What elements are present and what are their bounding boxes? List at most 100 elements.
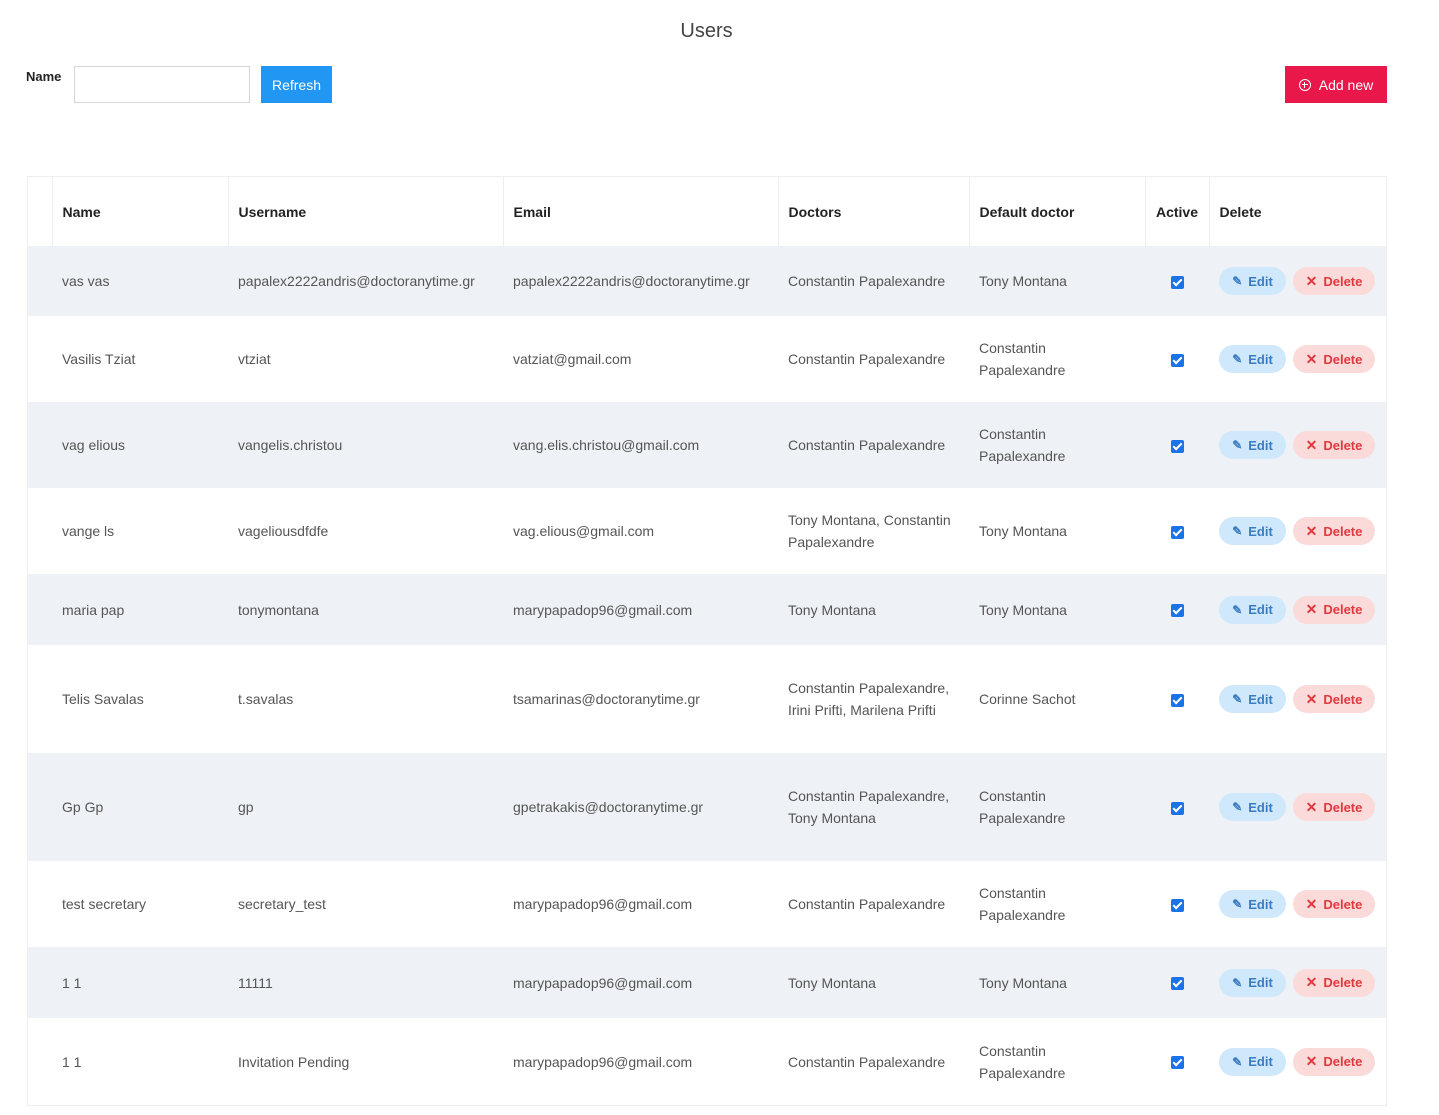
delete-button[interactable]: ✕ Delete [1293, 890, 1375, 918]
edit-label: Edit [1248, 437, 1273, 453]
row-spacer [28, 753, 52, 861]
x-icon: ✕ [1305, 272, 1318, 289]
refresh-button[interactable]: Refresh [261, 66, 332, 103]
cell-default-doctor: Corinne Sachot [979, 691, 1076, 707]
name-filter-input[interactable] [74, 66, 250, 103]
cell-active [1145, 402, 1209, 488]
edit-button[interactable]: ✎ Edit [1219, 431, 1286, 459]
edit-button[interactable]: ✎ Edit [1219, 517, 1286, 545]
table-row: Telis Savalas t.savalas tsamarinas@doctora… [28, 645, 1386, 753]
delete-label: Delete [1323, 273, 1363, 289]
cell-actions: ✎ Edit ✕ Delete [1209, 1018, 1386, 1105]
header-username[interactable]: Username [228, 177, 504, 246]
cell-email: marypapadop96@gmail.com [503, 574, 778, 645]
row-spacer [28, 1018, 52, 1105]
header-email[interactable]: Email [503, 177, 779, 246]
edit-button[interactable]: ✎ Edit [1219, 685, 1286, 713]
active-checkbox[interactable] [1170, 801, 1184, 815]
delete-button[interactable]: ✕ Delete [1293, 267, 1375, 295]
row-spacer [28, 488, 52, 574]
cell-active [1145, 645, 1209, 753]
add-new-button[interactable]: Add new [1285, 66, 1387, 103]
cell-username: tonymontana [228, 574, 503, 645]
edit-label: Edit [1248, 799, 1273, 815]
active-checkbox[interactable] [1170, 353, 1184, 367]
cell-doctors: Tony Montana [778, 574, 969, 645]
header-active[interactable]: Active [1145, 177, 1210, 246]
delete-button[interactable]: ✕ Delete [1293, 1047, 1375, 1076]
cell-email: marypapadop96@gmail.com [503, 947, 778, 1018]
delete-label: Delete [1323, 437, 1363, 453]
active-checkbox[interactable] [1170, 525, 1184, 539]
edit-button[interactable]: ✎ Edit [1219, 267, 1286, 295]
active-checkbox[interactable] [1170, 693, 1184, 707]
row-spacer [28, 574, 52, 645]
x-icon: ✕ [1305, 601, 1318, 617]
x-icon: ✕ [1305, 1053, 1318, 1069]
edit-button[interactable]: ✎ Edit [1219, 793, 1286, 821]
table-header-row: Name Username Email Doctors Default doct… [28, 177, 1386, 246]
table-row: 1 1 Invitation Pending marypapadop96@gmail… [28, 1018, 1386, 1105]
delete-button[interactable]: ✕ Delete [1293, 685, 1375, 713]
cell-email: marypapadop96@gmail.com [513, 1053, 693, 1070]
active-checkbox[interactable] [1170, 1056, 1184, 1070]
cell-actions: ✎ Edit ✕ Delete [1209, 753, 1386, 861]
users-table: Name Username Email Doctors Default doct… [27, 176, 1387, 1106]
edit-label: Edit [1248, 273, 1273, 289]
delete-button[interactable]: ✕ Delete [1293, 345, 1375, 373]
delete-button[interactable]: ✕ Delete [1293, 595, 1375, 624]
cell-active [1145, 753, 1209, 861]
table-row: vas vas papalex2222andris@doctoranytime.g… [28, 246, 1386, 316]
cell-active [1145, 861, 1209, 947]
cell-email: vatziat@gmail.com [513, 351, 632, 367]
x-icon: ✕ [1305, 690, 1318, 707]
pencil-icon: ✎ [1232, 274, 1243, 288]
header-doctors[interactable]: Doctors [778, 177, 970, 246]
header-default-doctor[interactable]: Default doctor [969, 177, 1146, 246]
x-icon: ✕ [1305, 350, 1318, 367]
cell-username: vtziat [238, 351, 271, 367]
cell-email: tsamarinas@doctoranytime.gr [513, 691, 700, 707]
active-checkbox[interactable] [1170, 977, 1184, 991]
edit-button[interactable]: ✎ Edit [1219, 968, 1286, 997]
cell-name: maria pap [52, 574, 228, 645]
delete-button[interactable]: ✕ Delete [1293, 793, 1375, 821]
table-row: Gp Gp gp gpetrakakis@doctoranytime.gr Const… [28, 753, 1386, 861]
header-delete: Delete [1219, 203, 1262, 220]
row-spacer [28, 316, 52, 402]
delete-button[interactable]: ✕ Delete [1293, 968, 1375, 997]
cell-actions: ✎ Edit ✕ Delete [1209, 246, 1386, 316]
edit-button[interactable]: ✎ Edit [1219, 595, 1286, 624]
pencil-icon: ✎ [1232, 897, 1243, 911]
cell-email: vang.elis.christou@gmail.com [503, 402, 778, 488]
delete-label: Delete [1323, 799, 1363, 815]
delete-button[interactable]: ✕ Delete [1293, 517, 1375, 545]
active-checkbox[interactable] [1170, 275, 1184, 289]
cell-actions: ✎ Edit ✕ Delete [1209, 316, 1386, 402]
active-checkbox[interactable] [1170, 604, 1184, 618]
table-row: test secretary secretary_test marypapadop9… [28, 861, 1386, 947]
cell-name: Telis Savalas [62, 691, 144, 707]
cell-active [1145, 1018, 1209, 1105]
delete-button[interactable]: ✕ Delete [1293, 431, 1375, 459]
active-checkbox[interactable] [1170, 439, 1184, 453]
edit-button[interactable]: ✎ Edit [1219, 345, 1286, 373]
cell-actions: ✎ Edit ✕ Delete [1209, 402, 1386, 488]
edit-button[interactable]: ✎ Edit [1219, 1047, 1286, 1076]
header-spacer [28, 177, 53, 246]
cell-default-doctor: Tony Montana [969, 947, 1145, 1018]
header-name[interactable]: Name [52, 177, 229, 246]
edit-label: Edit [1248, 896, 1273, 912]
page-title: Users [680, 20, 733, 42]
table-row: vag elious vangelis.christou vang.elis.chr… [28, 402, 1386, 488]
cell-name: 1 1 [52, 947, 228, 1018]
cell-doctors: Constantin Papalexandre [778, 246, 969, 316]
edit-button[interactable]: ✎ Edit [1219, 890, 1286, 918]
edit-label: Edit [1248, 691, 1273, 707]
pencil-icon: ✎ [1232, 352, 1243, 366]
pencil-icon: ✎ [1232, 524, 1243, 538]
pencil-icon: ✎ [1232, 975, 1243, 990]
active-checkbox[interactable] [1170, 898, 1184, 912]
table-row: Vasilis Tziat vtziat vatziat@gmail.com Cons… [28, 316, 1386, 402]
cell-doctors: Constantin Papalexandre, Tony Montana [778, 753, 969, 861]
